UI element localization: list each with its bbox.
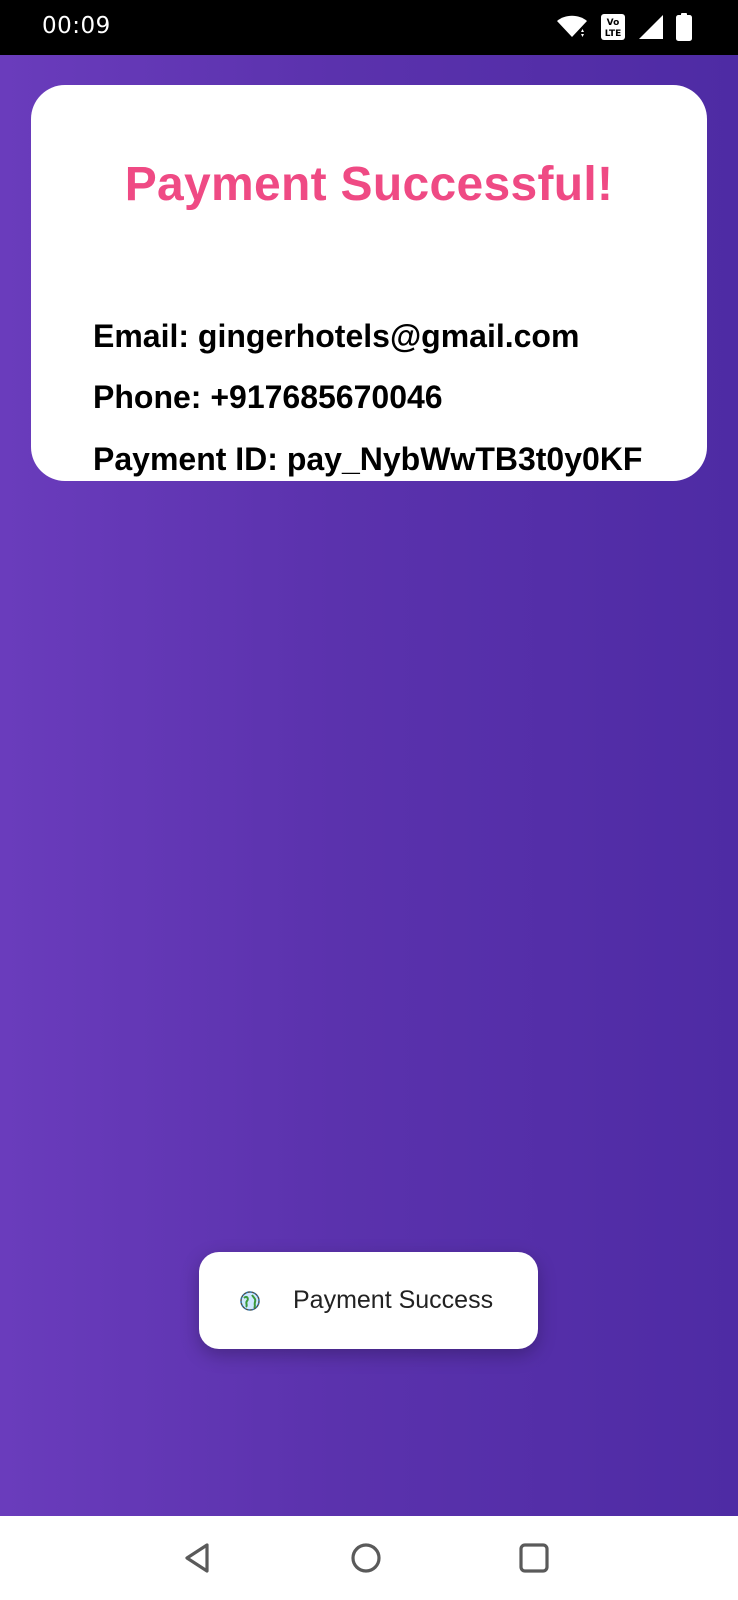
app-globe-icon (240, 1291, 260, 1311)
back-icon[interactable] (180, 1540, 216, 1576)
toast-text: Payment Success (293, 1286, 494, 1314)
toast-message: Payment Success (199, 1252, 538, 1349)
home-icon[interactable] (348, 1540, 384, 1576)
status-time: 00:09 (42, 13, 111, 39)
battery-icon (676, 13, 692, 41)
payment-result-card: Payment Successful! Email: gingerhotels@… (31, 85, 707, 481)
wifi-icon (557, 15, 587, 37)
payment-success-title: Payment Successful! (124, 158, 614, 211)
recents-icon[interactable] (516, 1540, 552, 1576)
navigation-bar (0, 1516, 738, 1600)
volte-icon: Vo LTE (601, 14, 625, 40)
svg-text:Vo: Vo (607, 18, 620, 28)
payment-id-text: Payment ID: pay_NybWwTB3t0y0KF (93, 441, 643, 477)
signal-icon (639, 15, 663, 39)
phone-text: Phone: +917685670046 (93, 379, 443, 415)
svg-text:LTE: LTE (605, 29, 622, 39)
email-text: Email: gingerhotels@gmail.com (93, 318, 580, 354)
status-icons: Vo LTE (556, 13, 692, 41)
app-background: Payment Successful! Email: gingerhotels@… (0, 55, 738, 1516)
status-bar: 00:09 Vo LTE (0, 0, 738, 55)
